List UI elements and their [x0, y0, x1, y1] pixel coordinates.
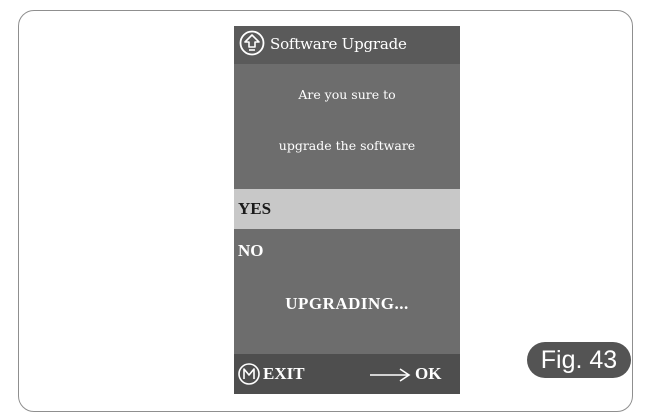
upgrade-status-text: UPGRADING...	[285, 294, 409, 313]
upgrade-dialog-screen: Software Upgrade Are you sure to upgrade…	[234, 26, 460, 394]
right-arrow-icon[interactable]	[368, 368, 412, 382]
ok-label[interactable]: OK	[415, 364, 441, 384]
option-no[interactable]: NO	[234, 231, 460, 271]
m-circle-icon[interactable]	[238, 363, 260, 385]
exit-label[interactable]: EXIT	[263, 364, 305, 384]
figure-label-badge: Fig. 43	[527, 342, 631, 378]
dialog-title: Software Upgrade	[270, 35, 407, 53]
upgrade-arrow-up-icon	[239, 30, 265, 56]
footer-bar: EXIT OK	[234, 354, 460, 394]
confirm-message-line1: Are you sure to	[298, 87, 396, 102]
option-yes[interactable]: YES	[234, 189, 460, 229]
confirm-message-line2: upgrade the software	[278, 138, 416, 153]
title-bar: Software Upgrade	[234, 26, 460, 64]
